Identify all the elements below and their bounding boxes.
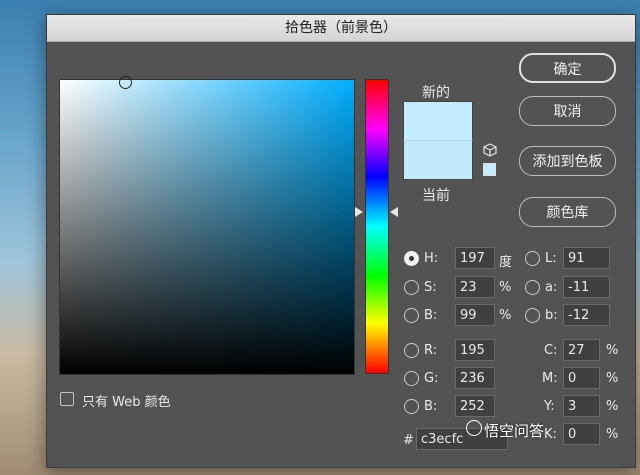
r-label: R: — [424, 343, 438, 358]
s-input[interactable]: 23 — [455, 276, 495, 298]
hex-label: # — [403, 433, 414, 448]
g-radio[interactable] — [404, 371, 419, 386]
a-radio[interactable] — [525, 280, 540, 295]
r-input[interactable]: 195 — [455, 339, 495, 361]
y-unit: % — [606, 399, 619, 414]
s-radio[interactable] — [404, 280, 419, 295]
cancel-button[interactable]: 取消 — [519, 96, 616, 126]
h-radio[interactable] — [404, 251, 419, 266]
c-label: C: — [544, 343, 558, 358]
h-label: H: — [424, 251, 439, 266]
add-to-swatches-button[interactable]: 添加到色板 — [519, 146, 616, 176]
web-only-label: 只有 Web 颜色 — [82, 395, 171, 410]
a-input[interactable]: -11 — [563, 276, 610, 298]
l-radio[interactable] — [525, 251, 540, 266]
watermark-logo-icon — [466, 420, 482, 436]
k-label: K: — [544, 427, 557, 442]
hue-slider[interactable] — [365, 79, 389, 374]
blue-radio[interactable] — [404, 399, 419, 414]
b-radio[interactable] — [404, 308, 419, 323]
g-input[interactable]: 236 — [455, 367, 495, 389]
new-color-label: 新的 — [422, 85, 450, 101]
ok-button[interactable]: 确定 — [519, 53, 616, 83]
web-safe-color-swatch[interactable] — [483, 163, 496, 176]
y-label: Y: — [544, 399, 555, 414]
lab-b-radio[interactable] — [525, 308, 540, 323]
k-unit: % — [606, 427, 619, 442]
c-input[interactable]: 27 — [563, 339, 600, 361]
blue-input[interactable]: 252 — [455, 395, 495, 417]
c-unit: % — [606, 343, 619, 358]
watermark: 悟空问答 — [484, 422, 545, 440]
h-input[interactable]: 197 — [455, 247, 495, 269]
color-picker-dialog: 拾色器（前景色） 新的 当前 确定 取消 添加到色板 颜色库 H: 197 度 … — [46, 14, 636, 468]
hue-slider-left-handle-icon[interactable] — [355, 207, 363, 217]
current-color-label: 当前 — [422, 188, 450, 204]
dialog-title: 拾色器（前景色） — [47, 15, 635, 42]
s-unit: % — [499, 280, 512, 295]
web-only-checkbox[interactable] — [60, 392, 74, 406]
new-color-swatch — [403, 101, 473, 140]
color-field[interactable] — [59, 76, 355, 375]
g-label: G: — [424, 371, 439, 386]
color-field-cursor[interactable] — [119, 76, 132, 89]
l-input[interactable]: 91 — [563, 247, 610, 269]
m-unit: % — [606, 371, 619, 386]
m-label: M: — [542, 371, 558, 386]
a-label: a: — [545, 280, 558, 295]
y-input[interactable]: 3 — [563, 395, 600, 417]
current-color-swatch[interactable] — [403, 140, 473, 180]
m-input[interactable]: 0 — [563, 367, 600, 389]
color-libraries-button[interactable]: 颜色库 — [519, 197, 616, 227]
lab-b-input[interactable]: -12 — [563, 304, 610, 326]
r-radio[interactable] — [404, 343, 419, 358]
brightness-label: B: — [424, 308, 438, 323]
l-label: L: — [545, 251, 557, 266]
cube-icon[interactable] — [483, 143, 497, 157]
blue-label: B: — [424, 399, 438, 414]
lab-b-label: b: — [545, 308, 558, 323]
s-label: S: — [424, 280, 437, 295]
hue-slider-right-handle-icon[interactable] — [390, 207, 398, 217]
h-unit: 度 — [499, 255, 513, 270]
k-input[interactable]: 0 — [563, 423, 600, 445]
b-unit: % — [499, 308, 512, 323]
brightness-input[interactable]: 99 — [455, 304, 495, 326]
